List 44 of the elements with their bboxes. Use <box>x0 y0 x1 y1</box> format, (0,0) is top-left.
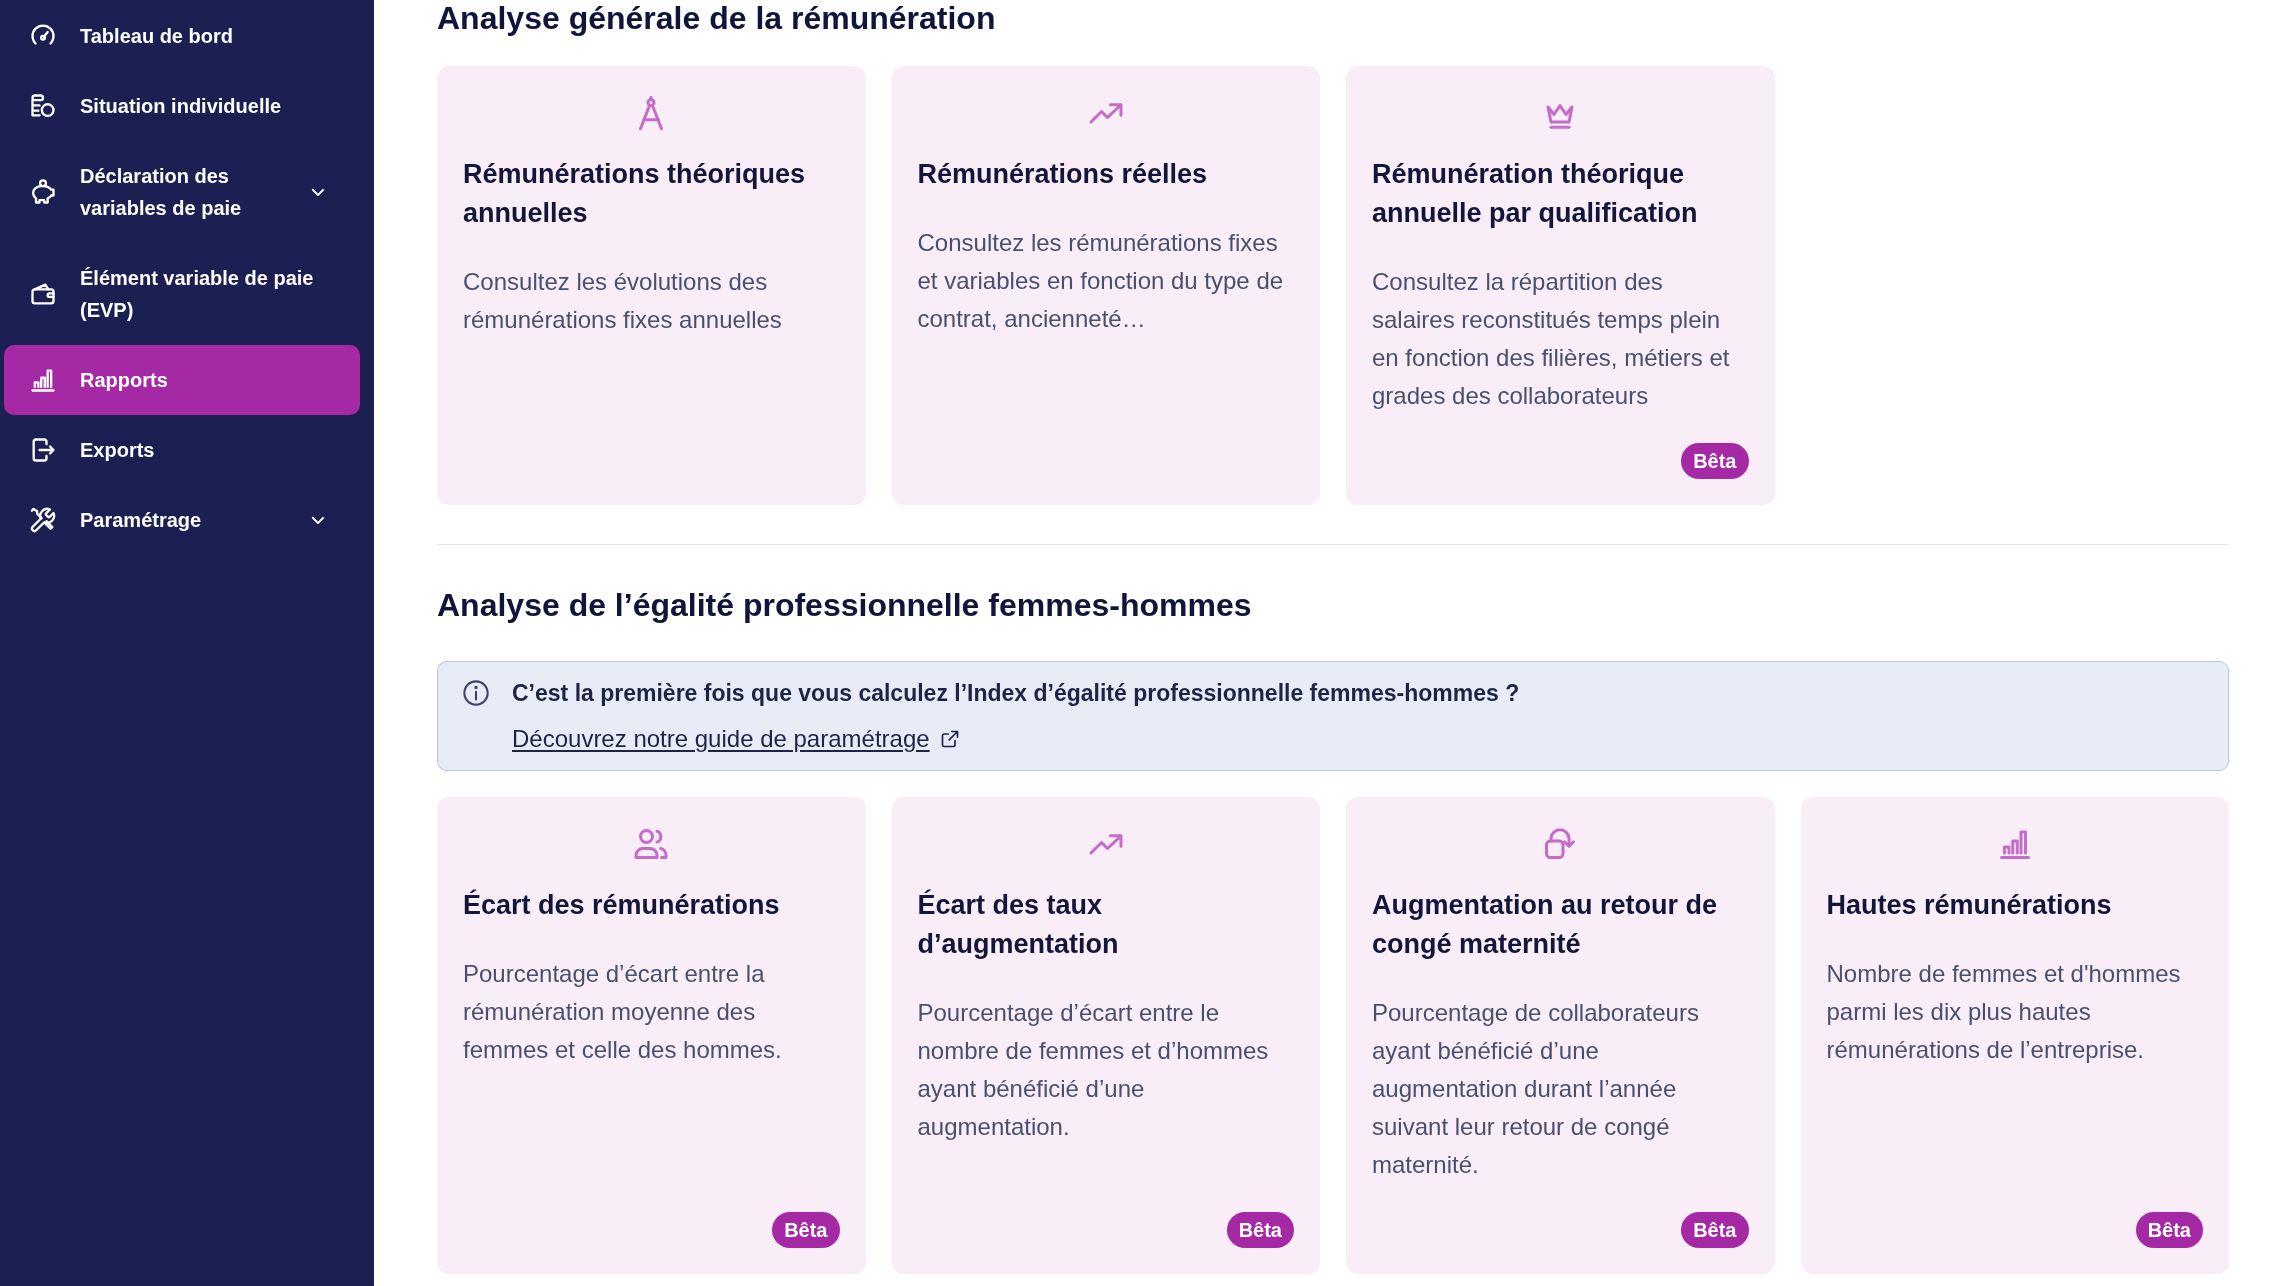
external-link-icon <box>939 729 960 749</box>
card-description: Pourcentage d’écart entre le nombre de femmes et d’hommes ayant bénéficié d’une augmentation. <box>917 998 1270 1142</box>
report-card[interactable]: Écart des rémunérations Pourcentage d’écart entre la rémunération moyenne des femmes et celle des hommes. Bêta <box>437 797 866 1274</box>
card-description: Nombre de femmes et d'hommes parmi les dix plus hautes rémunérations de l’entreprise. <box>1826 959 2182 1065</box>
card-description: Consultez les rémunérations fixes et variables en fonction du type de contrat, ancienneté… <box>917 228 1285 334</box>
card-description: Pourcentage d’écart entre la rémunération moyenne des femmes et celle des hommes. <box>463 959 783 1065</box>
card-description: Consultez la répartition des salaires reconstitués temps plein en fonction des filières, métiers et grades des collaborateurs <box>1372 267 1731 411</box>
report-card[interactable]: Écart des taux d’augmentation Pourcentage d’écart entre le nombre de femmes et d’hommes ayant bénéficié d’une augmentation. Bêta <box>891 797 1320 1274</box>
coins-icon <box>29 92 57 120</box>
report-card[interactable]: Augmentation au retour de congé maternité Pourcentage de collaborateurs ayant bénéficié d’une augmentation durant l’année suivant leur retour de congé maternité. Bêta <box>1346 797 1775 1274</box>
sidebar-item[interactable]: Déclaration des variables de paie <box>4 141 360 243</box>
tools-icon <box>29 506 57 534</box>
section-heading: Analyse générale de la rémunération <box>437 0 997 36</box>
beta-badge: Bêta <box>1226 1212 1294 1248</box>
wallet-icon <box>29 280 57 308</box>
card-title: Écart des rémunérations <box>463 888 781 922</box>
card-description: Consultez les évolutions des rémunérations fixes annuelles <box>463 267 783 335</box>
card-title: Rémunération théorique annuelle par qualification <box>1372 158 1699 230</box>
beta-badge: Bêta <box>772 1212 840 1248</box>
report-card[interactable]: Rémunérations réelles Consultez les rémunérations fixes et variables en fonction du type de contrat, ancienneté… <box>891 66 1320 505</box>
users-icon <box>633 826 670 862</box>
sidebar-item[interactable]: Paramétrage <box>4 485 360 555</box>
section-heading: Analyse de l’égalité professionnelle femmes-hommes <box>437 587 1253 623</box>
notice-text: C’est la première fois que vous calculez l’Index d’égalité professionnelle femmes-hommes ? <box>512 679 1520 708</box>
beta-badge: Bêta <box>1681 1212 1749 1248</box>
card-description: Pourcentage de collaborateurs ayant bénéficié d’une augmentation durant l’année suivant leur retour de congé maternité. <box>1372 998 1700 1180</box>
sidebar-item[interactable]: Exports <box>4 415 360 485</box>
card-title: Rémunérations réelles <box>917 158 1209 191</box>
piggy-bank-icon <box>29 178 57 206</box>
sidebar-item[interactable]: Situation individuelle <box>4 71 360 141</box>
sidebar-item[interactable]: Élément variable de paie (EVP) <box>4 243 360 345</box>
report-card[interactable]: Rémunérations théoriques annuelles Consultez les évolutions des rémunérations fixes annuelles <box>437 66 866 505</box>
guide-link[interactable]: Découvrez notre guide de paramétrage <box>512 722 960 756</box>
card-title: Augmentation au retour de congé maternité <box>1372 889 1718 961</box>
report-card[interactable]: Hautes rémunérations Nombre de femmes et d'hommes parmi les dix plus hautes rémunérations de l’entreprise. Bêta <box>1800 797 2229 1274</box>
beta-badge: Bêta <box>1681 443 1749 479</box>
beta-badge: Bêta <box>2135 1212 2203 1248</box>
card-title: Rémunérations théoriques annuelles <box>463 158 807 230</box>
info-icon <box>462 679 490 707</box>
sidebar-item[interactable]: Rapports <box>4 345 360 415</box>
card-title: Écart des taux d’augmentation <box>917 888 1120 961</box>
report-card[interactable]: Rémunération théorique annuelle par qualification Consultez la répartition des salaires reconstitués temps plein en fonction des filières, métiers et grades des collaborateurs Bêta <box>1346 66 1775 505</box>
card-title: Hautes rémunérations <box>1826 889 2113 922</box>
sidebar-item[interactable]: Tableau de bord <box>4 1 360 71</box>
